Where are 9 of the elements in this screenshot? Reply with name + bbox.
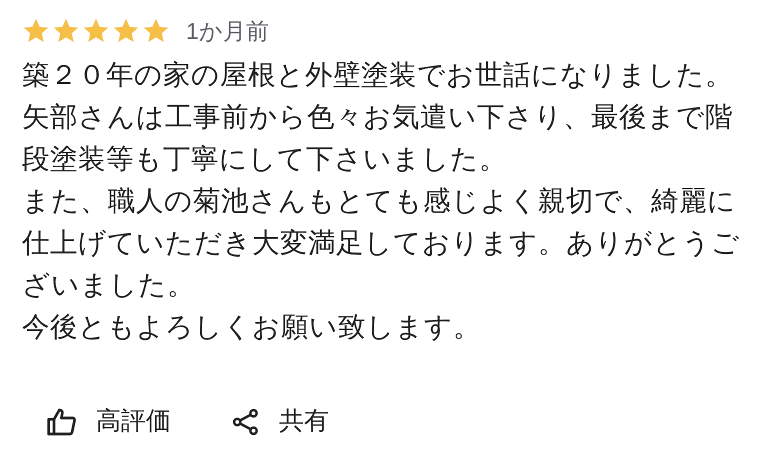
share-icon — [231, 407, 261, 437]
thumbs-up-icon — [46, 406, 78, 438]
review-time: 1か月前 — [186, 16, 269, 46]
like-button[interactable]: 高評価 — [46, 400, 171, 444]
share-button[interactable]: 共有 — [231, 400, 329, 444]
review-text: 矢部さんは工事前から色々お気遣い下さり、最後まで階段塗装等も丁寧にして下さいました。 — [22, 100, 734, 176]
review-text: 今後ともよろしくお願い致します。 — [22, 310, 482, 344]
review-text: また、職人の菊池さんもとても感じよく親切で、綺麗に仕上げていただき大変満足しております。ありがとうございました。 — [22, 184, 741, 302]
review-text: 築２０年の家の屋根と外壁塗装でお世話になりました。 — [22, 58, 734, 92]
